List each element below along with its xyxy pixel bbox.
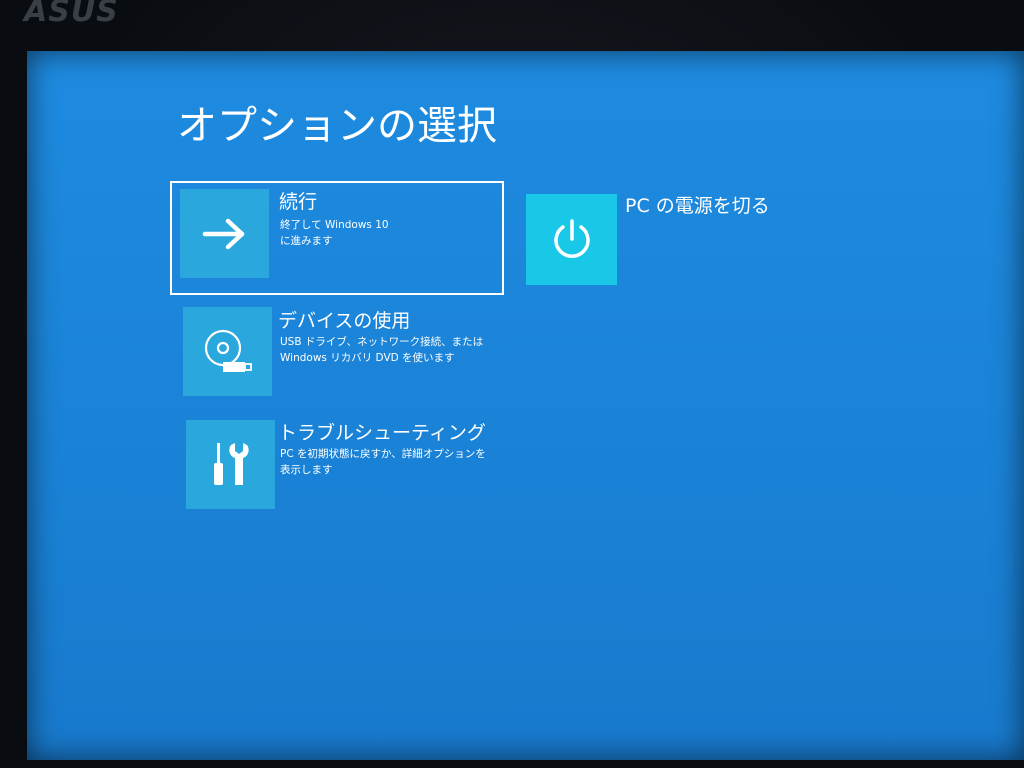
arrow-right-icon	[202, 216, 248, 252]
option-description: PC を初期状態に戻すか、詳細オプションを 表示します	[280, 448, 486, 476]
tools-icon	[209, 439, 253, 491]
disc-usb-icon	[201, 326, 255, 378]
option-title: デバイスの使用	[278, 310, 411, 332]
option-description: 終了して Windows 10 に進みます	[280, 219, 389, 247]
monitor-bezel: ASUS オプションの選択 続行 終了して Windows 10 に進みます デ…	[0, 0, 1024, 768]
recovery-screen: オプションの選択 続行 終了して Windows 10 に進みます デバイスの使…	[27, 51, 1024, 760]
brand-logo: ASUS	[24, 0, 119, 29]
option-title: 続行	[279, 191, 318, 213]
option-description: USB ドライブ、ネットワーク接続、または Windows リカバリ DVD を…	[280, 336, 484, 364]
option-continue[interactable]: 続行 終了して Windows 10 に進みます	[170, 181, 504, 295]
power-off-tile	[526, 194, 617, 285]
power-icon	[549, 217, 595, 263]
option-power-off[interactable]: PC の電源を切る	[525, 191, 805, 287]
option-title: PC の電源を切る	[625, 195, 770, 217]
troubleshoot-tile	[186, 420, 275, 509]
option-use-device[interactable]: デバイスの使用 USB ドライブ、ネットワーク接続、または Windows リカ…	[183, 306, 493, 398]
option-title: トラブルシューティング	[278, 422, 486, 444]
page-title: オプションの選択	[177, 103, 497, 149]
option-troubleshoot[interactable]: トラブルシューティング PC を初期状態に戻すか、詳細オプションを 表示します	[186, 418, 496, 510]
use-device-tile	[183, 307, 272, 396]
continue-tile	[180, 189, 269, 278]
